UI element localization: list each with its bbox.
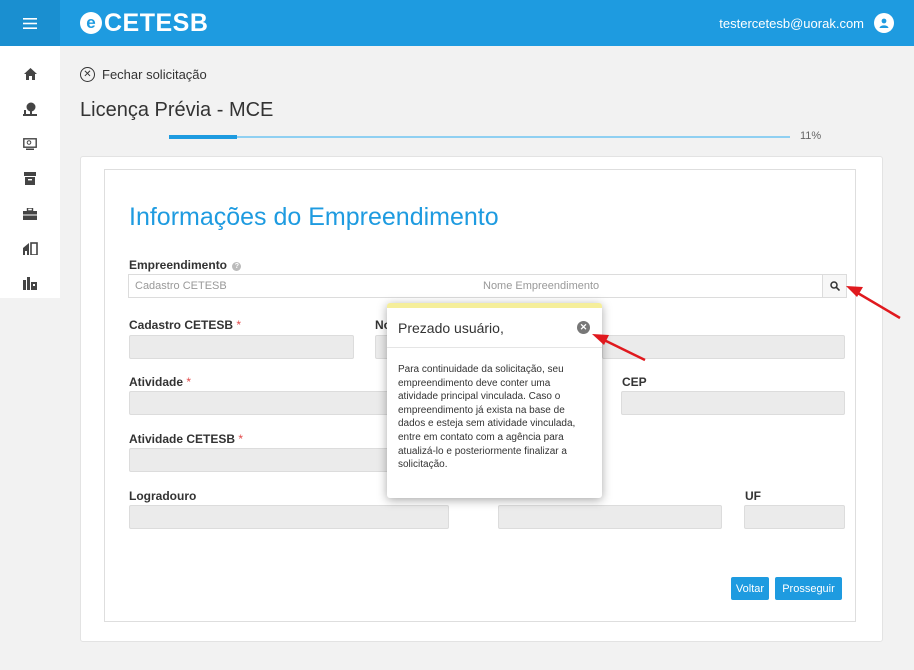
home-icon (23, 67, 37, 80)
cadastro-cetesb-field[interactable] (129, 335, 354, 359)
hamburger-icon (23, 17, 37, 29)
cetesb-logo[interactable]: e CETESB (80, 9, 208, 37)
cadastro-search-input[interactable] (129, 275, 477, 297)
atividade-label-text: Atividade (129, 375, 184, 389)
sidebar-item-house[interactable] (0, 231, 60, 266)
atividade-cetesb-label-text: Atividade CETESB (129, 432, 236, 446)
factory-icon (23, 277, 37, 290)
logradouro-label: Logradouro (129, 489, 197, 503)
logo-mark: e (80, 12, 102, 34)
close-request-link[interactable]: ✕ Fechar solicitação (80, 67, 207, 82)
popover-message: Para continuidade da solicitação, seu em… (398, 364, 576, 471)
back-button[interactable]: Voltar (731, 577, 769, 600)
close-request-label: Fechar solicitação (102, 67, 207, 82)
empreendimento-label: Empreendimento ? (129, 258, 242, 272)
required-mark: * (238, 432, 244, 446)
nome-field-right[interactable] (602, 335, 845, 359)
monitor-icon (23, 137, 37, 150)
user-glyph (879, 18, 889, 28)
sidebar-item-monitor[interactable] (0, 126, 60, 161)
next-button[interactable]: Prosseguir (775, 577, 842, 600)
atividade-field[interactable] (129, 391, 389, 415)
warning-popover: Prezado usuário, ✕ Para continuidade da … (387, 303, 602, 498)
numero-field[interactable] (498, 505, 722, 529)
user-circle-icon[interactable] (874, 13, 894, 33)
top-bar: e CETESB testercetesb@uorak.com (0, 0, 914, 46)
required-mark: * (186, 375, 192, 389)
empreendimento-search (128, 274, 847, 298)
progress-fill (169, 135, 237, 139)
section-title: Informações do Empreendimento (129, 203, 499, 231)
atividade-label: Atividade * (129, 375, 191, 389)
menu-button[interactable] (0, 0, 60, 46)
briefcase-icon (23, 207, 37, 220)
popover-title: Prezado usuário, (398, 319, 504, 336)
search-button[interactable] (822, 274, 847, 298)
cadastro-cetesb-label: Cadastro CETESB * (129, 318, 241, 332)
required-mark: * (236, 318, 242, 332)
sidebar-item-briefcase[interactable] (0, 196, 60, 231)
sidebar-item-tree[interactable] (0, 91, 60, 126)
page-title: Licença Prévia - MCE (80, 99, 274, 121)
progress-track (169, 136, 790, 138)
logo-text: CETESB (104, 8, 209, 37)
close-icon[interactable]: ✕ (577, 321, 590, 334)
house-icon (22, 242, 38, 255)
close-circle-icon: ✕ (80, 67, 95, 82)
empreendimento-label-text: Empreendimento (129, 258, 228, 272)
search-icon (829, 281, 840, 291)
cadastro-cetesb-label-text: Cadastro CETESB (129, 318, 234, 332)
atividade-cetesb-label: Atividade CETESB * (129, 432, 243, 446)
help-icon[interactable]: ? (232, 262, 242, 271)
atividade-cetesb-field[interactable] (129, 448, 389, 472)
popover-header: Prezado usuário, ✕ (387, 308, 602, 348)
archive-icon (24, 172, 36, 185)
uf-field[interactable] (744, 505, 845, 529)
sidebar-item-archive[interactable] (0, 161, 60, 196)
logradouro-field[interactable] (129, 505, 449, 529)
sidebar (0, 46, 60, 298)
cep-field[interactable] (621, 391, 845, 415)
nome-search-input[interactable] (477, 275, 821, 297)
sidebar-item-home[interactable] (0, 56, 60, 91)
user-email[interactable]: testercetesb@uorak.com (719, 16, 864, 31)
sidebar-item-factory[interactable] (0, 266, 60, 301)
uf-label: UF (745, 489, 761, 503)
tree-icon (23, 102, 37, 116)
cep-label: CEP (622, 375, 647, 389)
progress-percent: 11% (800, 130, 822, 142)
